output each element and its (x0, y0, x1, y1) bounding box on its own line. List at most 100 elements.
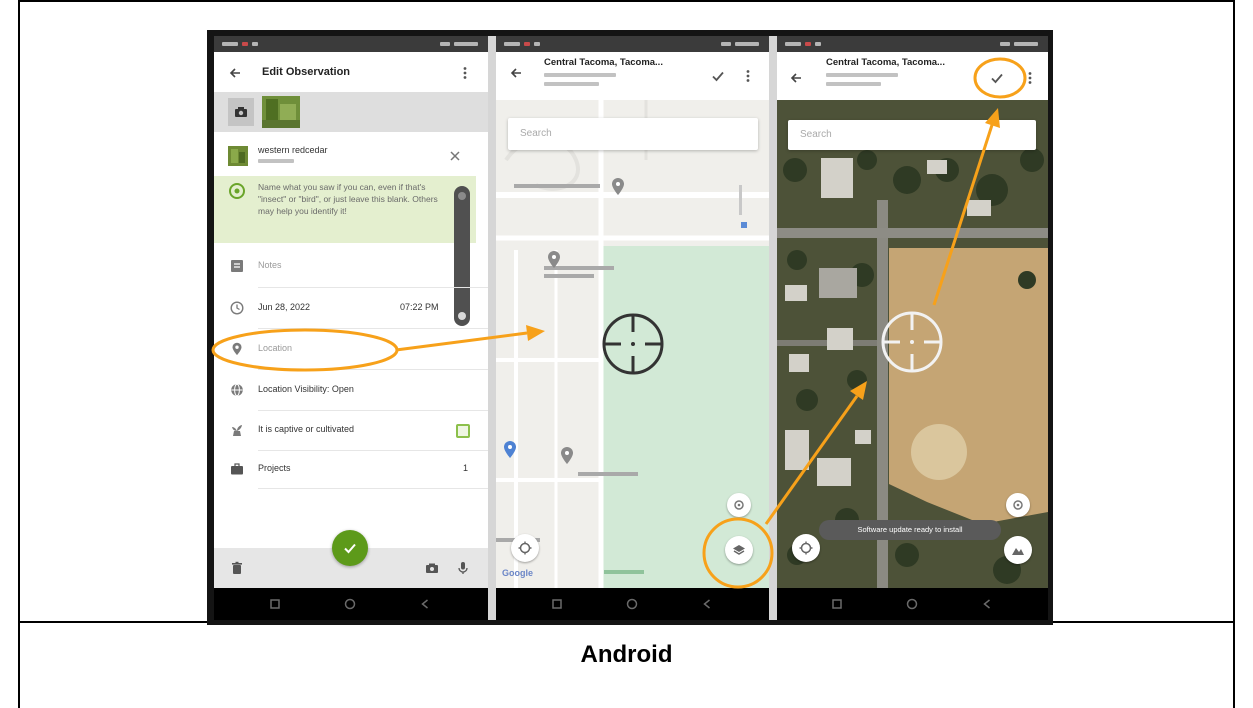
more-vert-icon[interactable] (1023, 71, 1037, 85)
notes-row[interactable]: Notes (214, 248, 454, 286)
geoprivacy-line (826, 82, 881, 86)
map-layers-button[interactable] (1004, 536, 1032, 564)
species-name: western redcedar (258, 145, 328, 155)
location-crosshair (602, 313, 664, 375)
status-bar (777, 36, 1048, 52)
my-location-button[interactable] (792, 534, 820, 562)
back-triangle-icon[interactable] (418, 597, 432, 611)
id-hint-icon (229, 183, 245, 199)
captive-label: It is captive or cultivated (258, 424, 355, 434)
mic-icon[interactable] (456, 561, 470, 575)
home-icon[interactable] (343, 597, 357, 611)
place-search-input[interactable]: Search (788, 120, 1036, 150)
camera-icon (235, 107, 247, 117)
notes-icon (231, 260, 243, 272)
recents-icon[interactable] (550, 597, 564, 611)
android-nav-bar (214, 588, 488, 620)
more-vert-icon[interactable] (458, 66, 472, 80)
projects-label: Projects (258, 463, 291, 473)
check-icon (344, 543, 356, 554)
species-photo (228, 146, 248, 166)
coordinates-line (826, 73, 898, 77)
map-control-button[interactable] (1006, 493, 1030, 517)
row-divider (258, 450, 488, 451)
geoprivacy-line (544, 82, 599, 86)
my-location-icon (799, 541, 813, 555)
table-border-left (18, 0, 20, 708)
location-header: Central Tacoma, Tacoma... (777, 52, 1048, 100)
location-visibility: Location Visibility: Open (258, 384, 354, 394)
search-placeholder: Search (800, 129, 832, 140)
search-placeholder: Search (520, 128, 552, 139)
species-hint-box: Name what you saw if you can, even if th… (214, 176, 476, 243)
species-row[interactable]: western redcedar (214, 135, 488, 171)
app-bar: Edit Observation (214, 52, 488, 92)
terrain-icon (1012, 548, 1024, 555)
place-name: Central Tacoma, Tacoma... (544, 57, 663, 68)
photo-strip (214, 92, 488, 132)
check-icon[interactable] (990, 71, 1004, 85)
table-border-top (18, 0, 1235, 2)
place-name: Central Tacoma, Tacoma... (826, 57, 945, 68)
back-triangle-icon[interactable] (700, 597, 714, 611)
row-divider (258, 328, 488, 329)
projects-count: 1 (463, 463, 469, 473)
location-header: Central Tacoma, Tacoma... (496, 52, 769, 100)
page-title: Edit Observation (262, 66, 351, 78)
android-nav-bar (496, 588, 769, 620)
clock-icon (230, 301, 244, 315)
check-icon[interactable] (711, 69, 725, 83)
observation-photo-thumbnail[interactable] (262, 96, 300, 128)
close-icon[interactable] (449, 150, 461, 162)
more-vert-icon[interactable] (741, 69, 755, 83)
hint-line: may help you identify it! (258, 206, 347, 216)
camera-icon[interactable] (425, 561, 439, 575)
back-triangle-icon[interactable] (980, 597, 994, 611)
trash-icon[interactable] (230, 561, 244, 575)
layers-icon (733, 545, 745, 555)
location-chooser-satellite-screen: Central Tacoma, Tacoma... Search Softwar… (777, 36, 1048, 620)
briefcase-icon (231, 463, 243, 475)
observation-date[interactable]: Jun 28, 2022 (258, 303, 310, 312)
home-icon[interactable] (625, 597, 639, 611)
captive-checkbox[interactable] (456, 424, 470, 438)
status-bar (496, 36, 769, 52)
target-icon (734, 500, 744, 510)
toast-text: Software update ready to install (857, 525, 963, 534)
my-location-button[interactable] (511, 534, 539, 562)
back-arrow-icon[interactable] (789, 71, 803, 85)
toast-message: Software update ready to install (819, 520, 1001, 540)
location-field[interactable]: Location (258, 344, 292, 353)
hint-line: "insect" or "bird", or just leave this b… (258, 194, 438, 204)
status-bar (214, 36, 488, 52)
row-divider (258, 287, 488, 288)
google-attribution: Google (502, 568, 533, 578)
add-photo-button[interactable] (228, 98, 254, 126)
row-divider (258, 410, 488, 411)
place-search-input[interactable]: Search (508, 118, 758, 150)
map-layers-button[interactable] (725, 536, 753, 564)
android-nav-bar (777, 588, 1048, 620)
save-observation-button[interactable] (332, 530, 368, 566)
home-icon[interactable] (905, 597, 919, 611)
screenshot-separator (769, 36, 777, 620)
location-chooser-map-screen: Central Tacoma, Tacoma... Search Google (496, 36, 769, 620)
figure-caption: Android (580, 641, 673, 668)
back-arrow-icon[interactable] (509, 66, 523, 80)
location-visibility-row[interactable]: Location Visibility: Open (214, 371, 488, 409)
observation-time[interactable]: 07:22 PM (400, 303, 439, 312)
recents-icon[interactable] (830, 597, 844, 611)
coordinates-line (544, 73, 616, 77)
row-divider (258, 488, 488, 489)
back-arrow-icon[interactable] (228, 66, 242, 80)
location-row[interactable]: Location (214, 330, 454, 368)
target-icon (1013, 500, 1023, 510)
table-border-right (1233, 0, 1235, 708)
map-control-button[interactable] (727, 493, 751, 517)
captive-row[interactable]: It is captive or cultivated (214, 412, 488, 450)
notes-field[interactable]: Notes (258, 261, 282, 270)
projects-row[interactable]: Projects 1 (214, 452, 488, 488)
scrollbar-thumb[interactable] (454, 186, 470, 326)
recents-icon[interactable] (268, 597, 282, 611)
date-row[interactable]: Jun 28, 2022 07:22 PM (214, 289, 454, 327)
